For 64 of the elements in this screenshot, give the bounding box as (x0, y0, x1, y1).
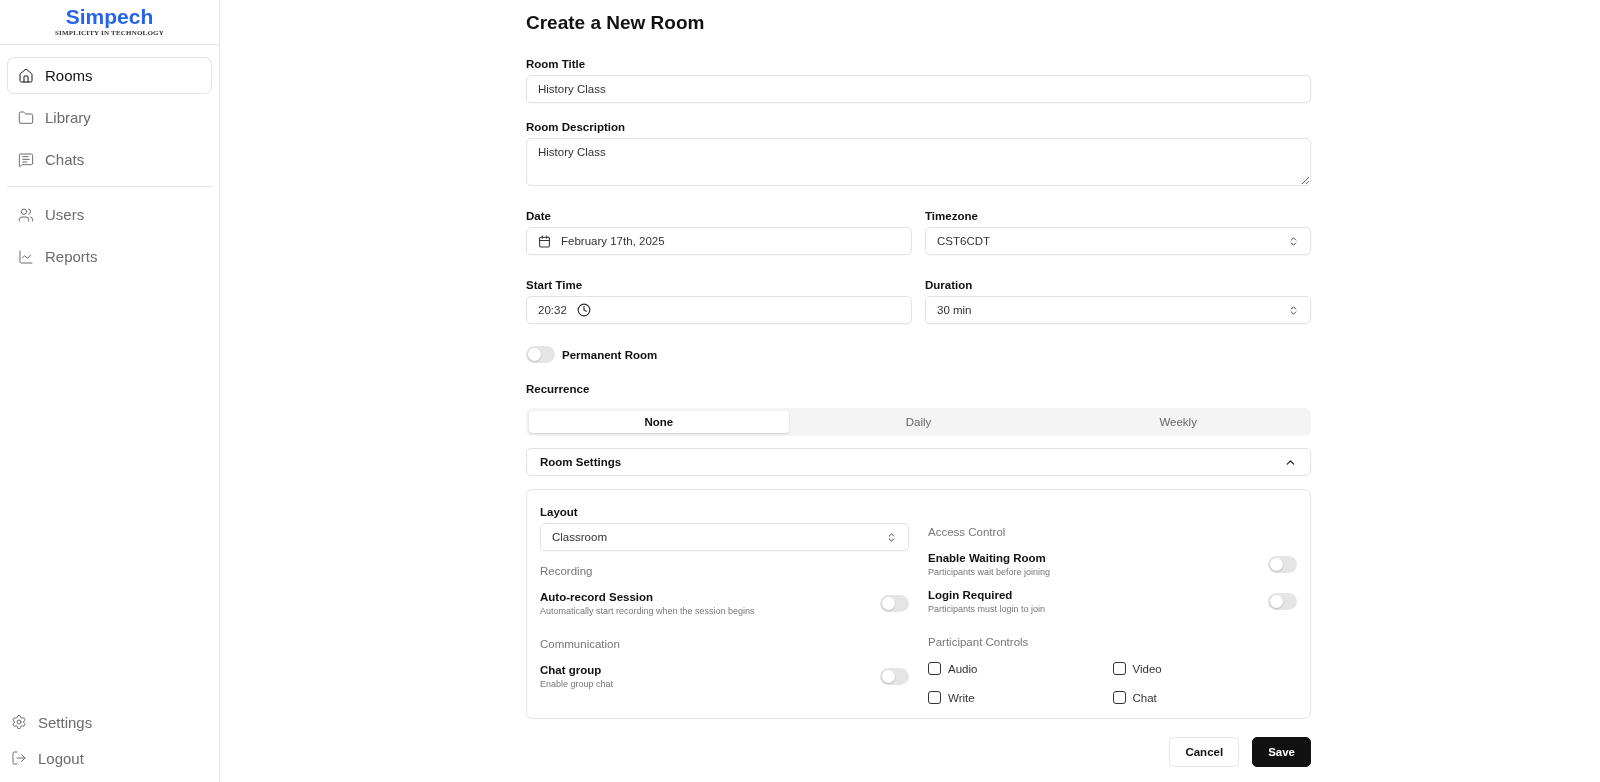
date-picker[interactable]: February 17th, 2025 (526, 227, 912, 255)
folder-icon (18, 109, 34, 126)
section-heading: Access Control (928, 526, 1007, 538)
checkbox[interactable] (928, 691, 941, 704)
checkbox[interactable] (1112, 691, 1126, 704)
setting-hint: Enable group chat (540, 679, 614, 689)
toggle-switch[interactable] (880, 668, 909, 685)
tab[interactable]: None (529, 411, 789, 433)
field-label: Room Title (526, 58, 587, 70)
section-heading: Participant Controls (928, 636, 1030, 648)
nav-item[interactable]: Rooms (7, 57, 212, 94)
toggle-switch[interactable] (1268, 556, 1297, 573)
field-label: Date (526, 210, 552, 222)
cancel-button[interactable]: Cancel (1169, 737, 1240, 767)
section-heading: Recording (540, 565, 594, 577)
field-label: Recurrence (526, 383, 591, 395)
layout-select[interactable]: Classroom (540, 523, 909, 551)
users-icon (18, 206, 34, 223)
page-title: Create a New Room (526, 12, 706, 34)
logo-name: Simpech (65, 5, 154, 29)
chevrons-icon (886, 531, 897, 543)
clock-icon (576, 303, 591, 317)
field-label: Timezone (925, 210, 979, 222)
tab[interactable]: Daily (788, 411, 1049, 433)
field-label: Duration (925, 279, 974, 291)
logout-icon (11, 750, 27, 766)
checkbox-label: Chat (1132, 691, 1157, 704)
chart-icon (18, 248, 34, 265)
timezone-select[interactable]: CST6CDT (925, 227, 1311, 255)
checkbox-label: Video (1132, 662, 1162, 675)
field-label: Start Time (526, 279, 584, 291)
checkbox-label: Write (948, 691, 975, 704)
setting-label: Auto-record Session (540, 591, 655, 603)
field-label: Room Description (526, 121, 627, 133)
toggle-switch[interactable] (880, 595, 909, 612)
section-heading: Communication (540, 638, 621, 650)
checkbox[interactable] (1112, 662, 1126, 675)
setting-label: Enable Waiting Room (928, 552, 1047, 564)
duration-select[interactable]: 30 min (925, 296, 1311, 324)
home-icon (18, 67, 34, 84)
settings-icon (11, 714, 27, 730)
setting-hint: Participants must login to join (928, 604, 1046, 614)
setting-hint: Automatically start recording when the session begins (540, 606, 755, 616)
nav-item[interactable]: Logout (5, 744, 214, 772)
tab[interactable]: Weekly (1048, 411, 1308, 433)
checkbox[interactable] (928, 662, 941, 675)
setting-label: Login Required (928, 589, 1014, 601)
chevrons-icon (1288, 235, 1299, 247)
toggle-switch[interactable] (1268, 593, 1297, 610)
text-area[interactable]: History Class (526, 138, 1311, 186)
calendar-icon (538, 234, 551, 248)
checkbox-label: Audio (948, 662, 978, 675)
chat-icon (18, 151, 34, 168)
save-button[interactable]: Save (1252, 737, 1311, 767)
toggle-switch[interactable] (526, 346, 555, 363)
toggle-label: Permanent Room (562, 348, 658, 361)
setting-hint: Participants wait before joining (928, 567, 1051, 577)
chevrons-icon (1288, 304, 1299, 316)
field-label: Layout (540, 506, 579, 518)
input-field[interactable]: History Class (526, 75, 1311, 103)
accordion-header[interactable]: Room Settings (526, 448, 1311, 476)
time-field[interactable]: 20:32 (526, 296, 912, 324)
setting-label: Chat group (540, 664, 603, 676)
nav-item[interactable]: Settings (5, 708, 214, 736)
